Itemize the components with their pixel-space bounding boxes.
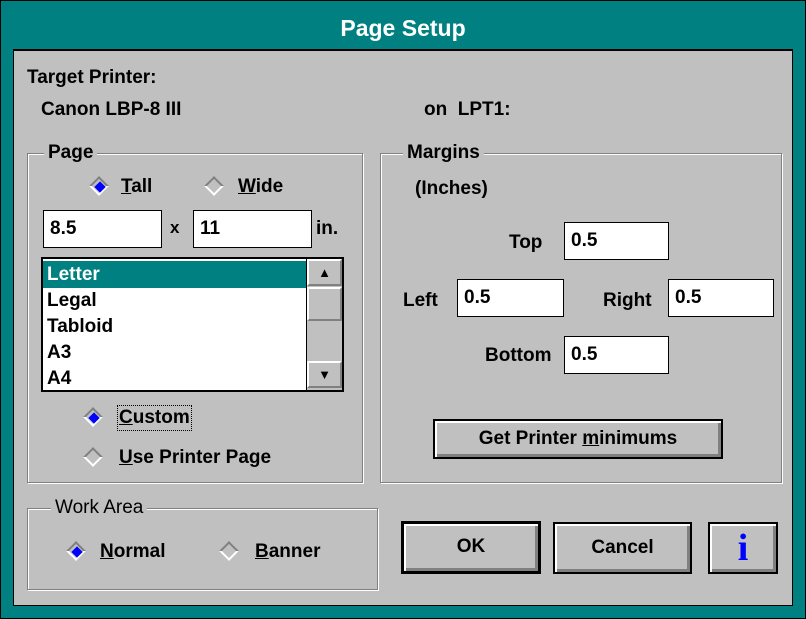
scroll-thumb[interactable] [307, 287, 342, 321]
tall-radio[interactable] [89, 176, 110, 197]
wide-label[interactable]: Wide [238, 176, 283, 198]
work-area-group-title: Work Area [51, 497, 148, 519]
bottom-margin-input[interactable]: 0.5 [564, 336, 669, 374]
tall-label[interactable]: Tall [121, 176, 152, 198]
custom-radio[interactable] [83, 407, 104, 428]
page-size-listbox[interactable]: Letter Legal Tabloid A3 A4 ▲ ▼ [41, 257, 344, 392]
wide-radio[interactable] [204, 176, 225, 197]
use-printer-page-label[interactable]: Use Printer Page [119, 447, 271, 469]
page-setup-dialog: Page Setup Target Printer: Canon LBP-8 I… [0, 0, 806, 619]
normal-radio[interactable] [66, 541, 87, 562]
list-item-a4[interactable]: A4 [43, 365, 306, 390]
left-margin-input[interactable]: 0.5 [457, 279, 564, 317]
banner-radio[interactable] [219, 541, 240, 562]
scroll-up-arrow-icon[interactable]: ▲ [307, 259, 342, 286]
top-margin-label: Top [509, 232, 543, 253]
title-bar[interactable]: Page Setup [13, 6, 793, 50]
cancel-button[interactable]: Cancel [553, 522, 692, 574]
get-printer-minimums-button[interactable]: Get Printer minimums [433, 419, 723, 459]
list-item-a3[interactable]: A3 [43, 339, 306, 366]
scroll-down-arrow-icon[interactable]: ▼ [307, 361, 342, 388]
list-scrollbar[interactable]: ▲ ▼ [306, 259, 342, 390]
printer-name: Canon LBP-8 III [41, 99, 182, 120]
radio-diamond-icon [219, 541, 239, 561]
margins-units-label: (Inches) [415, 178, 488, 199]
page-width-input[interactable]: 8.5 [43, 210, 162, 248]
window-title: Page Setup [340, 15, 466, 41]
custom-label[interactable]: Custom [117, 405, 192, 431]
bottom-margin-label: Bottom [485, 345, 552, 366]
list-item-legal[interactable]: Legal [43, 287, 306, 314]
list-item-tabloid[interactable]: Tabloid [43, 313, 306, 340]
ok-button[interactable]: OK [401, 521, 541, 574]
radio-diamond-icon [204, 176, 224, 196]
printer-port: on LPT1: [424, 99, 511, 120]
left-margin-label: Left [403, 290, 438, 311]
use-printer-page-radio[interactable] [83, 447, 104, 468]
times-sign: x [170, 218, 180, 237]
right-margin-label: Right [603, 290, 652, 311]
target-printer-label: Target Printer: [27, 67, 157, 88]
page-height-input[interactable]: 11 [193, 210, 312, 248]
top-margin-input[interactable]: 0.5 [564, 222, 669, 260]
info-button[interactable]: i [708, 522, 778, 574]
page-group-title: Page [44, 142, 98, 164]
normal-label[interactable]: Normal [100, 541, 165, 563]
info-icon: i [737, 527, 749, 569]
radio-diamond-icon [83, 447, 103, 467]
list-item-letter[interactable]: Letter [43, 261, 306, 288]
banner-label[interactable]: Banner [255, 541, 320, 563]
right-margin-input[interactable]: 0.5 [668, 279, 774, 317]
margins-group-title: Margins [403, 142, 484, 164]
unit-label: in. [316, 218, 339, 239]
